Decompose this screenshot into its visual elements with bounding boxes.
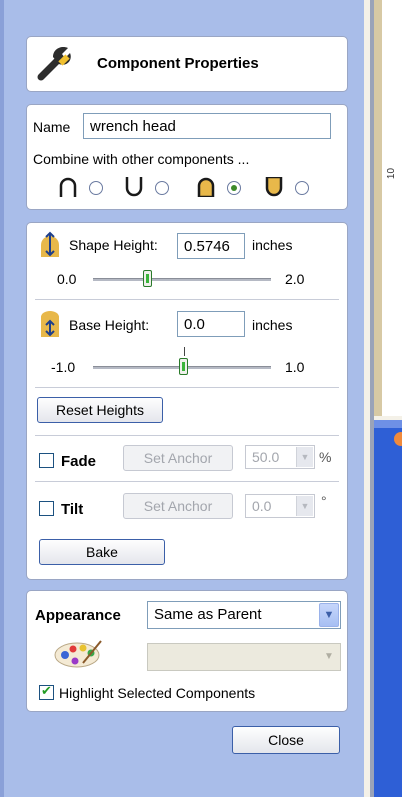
secondary-window-titlebar xyxy=(374,420,402,428)
merge-high-mode-icon[interactable] xyxy=(197,177,215,197)
tilt-value-spinner[interactable]: 0.0 ▼ xyxy=(245,494,315,518)
shape-height-slider-track[interactable] xyxy=(93,278,271,281)
add-mode-icon[interactable] xyxy=(59,177,77,197)
name-input[interactable]: wrench head xyxy=(83,113,331,139)
wrench-icon xyxy=(37,47,71,81)
shape-height-min: 0.0 xyxy=(57,271,77,287)
subtract-mode-icon[interactable] xyxy=(125,177,143,197)
divider xyxy=(35,481,339,482)
fade-value: 50.0 xyxy=(252,449,280,465)
viewport-canvas[interactable] xyxy=(382,0,402,416)
shape-height-label: Shape Height: xyxy=(69,237,158,253)
shape-height-slider-thumb[interactable] xyxy=(143,270,152,287)
tilt-checkbox[interactable] xyxy=(39,501,54,516)
bake-button[interactable]: Bake xyxy=(39,539,165,565)
divider xyxy=(35,299,339,300)
appearance-color-select: ▼ xyxy=(147,643,341,671)
base-height-max: 1.0 xyxy=(285,359,305,375)
ruler-tick-label: 10 xyxy=(386,167,398,180)
appearance-label: Appearance xyxy=(35,607,121,624)
appearance-select[interactable]: Same as Parent ▼ xyxy=(147,601,341,629)
tilt-unit: ° xyxy=(321,493,327,509)
height-section: Shape Height: 0.5746 inches 0.0 2.0 Base… xyxy=(26,222,348,580)
base-height-input[interactable]: 0.0 xyxy=(177,311,245,337)
combine-radio-subtract[interactable] xyxy=(155,181,169,195)
combine-radio-add[interactable] xyxy=(89,181,103,195)
close-button[interactable]: Close xyxy=(232,726,340,754)
base-height-unit: inches xyxy=(252,317,293,333)
tilt-label: Tilt xyxy=(61,501,84,518)
shape-height-unit: inches xyxy=(252,237,293,253)
highlight-label: Highlight Selected Components xyxy=(59,685,256,701)
fade-label: Fade xyxy=(61,453,97,470)
base-height-slider-thumb[interactable] xyxy=(179,358,188,375)
window-icon xyxy=(394,432,402,446)
shape-height-icon xyxy=(41,231,59,257)
chevron-down-icon[interactable]: ▼ xyxy=(296,447,313,467)
chevron-down-icon: ▼ xyxy=(324,651,334,662)
combine-radio-merge-high[interactable] xyxy=(227,181,241,195)
appearance-section: Appearance Same as Parent ▼ ▼ Highlight … xyxy=(26,590,348,712)
slider-center-tick xyxy=(184,347,185,356)
base-height-min: -1.0 xyxy=(51,359,76,375)
fade-unit: % xyxy=(319,449,332,465)
fade-set-anchor-button[interactable]: Set Anchor xyxy=(123,445,233,471)
tilt-set-anchor-button[interactable]: Set Anchor xyxy=(123,493,233,519)
base-height-label: Base Height: xyxy=(69,317,150,333)
panel-title: Component Properties xyxy=(97,55,259,72)
vertical-ruler xyxy=(374,0,382,416)
tilt-value: 0.0 xyxy=(252,498,272,514)
chevron-down-icon[interactable]: ▼ xyxy=(296,496,313,516)
combine-radio-merge-low[interactable] xyxy=(295,181,309,195)
shape-height-max: 2.0 xyxy=(285,271,305,287)
fade-value-spinner[interactable]: 50.0 ▼ xyxy=(245,445,315,469)
color-palette-icon xyxy=(54,640,102,668)
secondary-window xyxy=(374,420,402,797)
divider xyxy=(35,435,339,436)
combine-label: Combine with other components ... xyxy=(33,151,250,167)
shape-height-input[interactable]: 0.5746 xyxy=(177,233,245,259)
header-box: Component Properties xyxy=(26,36,348,92)
fade-checkbox[interactable] xyxy=(39,453,54,468)
reset-heights-button[interactable]: Reset Heights xyxy=(37,397,163,423)
merge-low-mode-icon[interactable] xyxy=(265,177,283,197)
base-height-icon xyxy=(41,311,59,337)
appearance-selected-value: Same as Parent xyxy=(154,606,262,623)
divider xyxy=(35,387,339,388)
highlight-checkbox[interactable] xyxy=(39,683,54,700)
name-label: Name xyxy=(33,119,71,135)
name-section: Name wrench head Combine with other comp… xyxy=(26,104,348,210)
chevron-down-icon[interactable]: ▼ xyxy=(319,603,339,627)
